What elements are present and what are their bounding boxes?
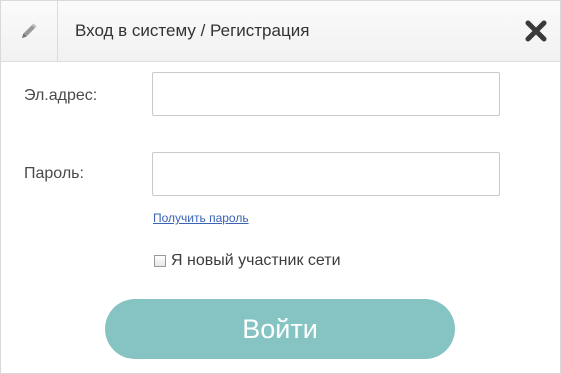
password-label: Пароль:	[24, 165, 84, 182]
email-label: Эл.адрес:	[24, 87, 98, 104]
password-field[interactable]	[152, 152, 500, 196]
dialog-title: Вход в систему / Регистрация	[75, 21, 310, 40]
get-password-link[interactable]: Получить пароль	[153, 211, 249, 225]
close-icon	[525, 20, 547, 42]
new-member-label: Я новый участник сети	[171, 252, 341, 269]
new-member-option[interactable]: Я новый участник сети	[154, 251, 341, 271]
login-button[interactable]: Войти	[105, 299, 455, 359]
pencil-icon	[22, 23, 37, 38]
login-dialog: Вход в систему / Регистрация Эл.адрес: П…	[0, 0, 561, 374]
new-member-checkbox[interactable]	[154, 255, 166, 267]
close-button[interactable]	[522, 17, 550, 45]
dialog-titlebar: Вход в систему / Регистрация	[1, 1, 560, 62]
email-field[interactable]	[152, 72, 500, 116]
edit-button[interactable]	[1, 1, 58, 61]
